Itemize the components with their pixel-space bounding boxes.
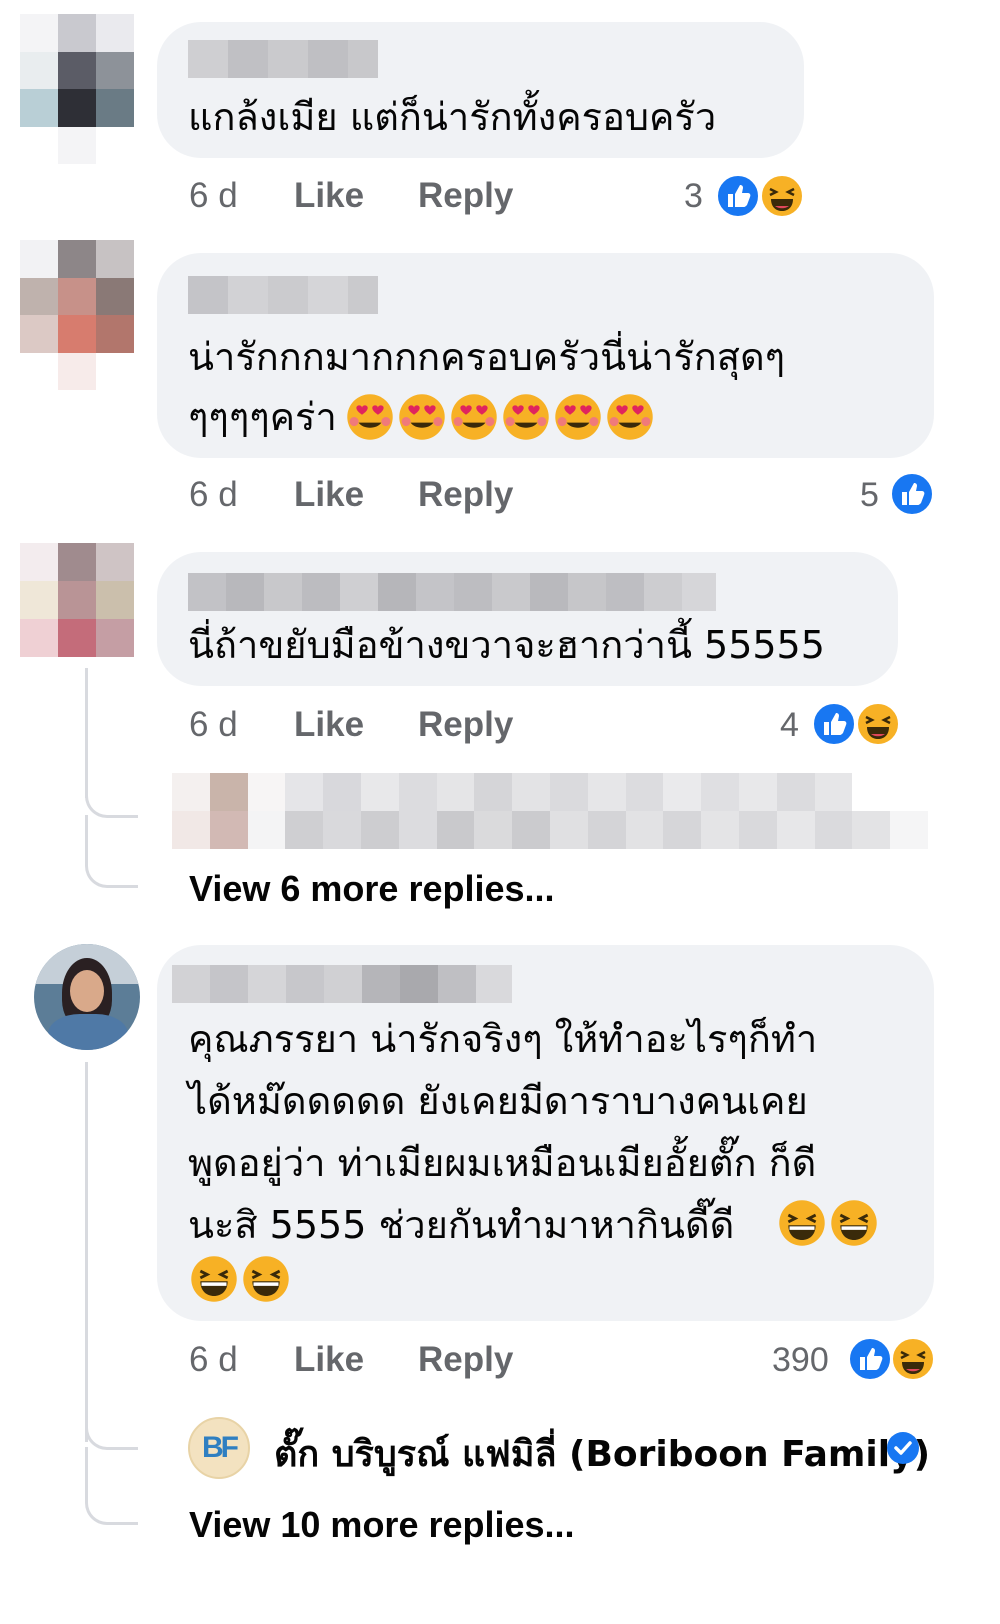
commenter-name[interactable] [188, 573, 716, 611]
like-icon [812, 702, 856, 746]
avatar[interactable] [20, 543, 134, 657]
emoji-row [344, 392, 656, 442]
like-button[interactable]: Like [294, 705, 364, 745]
comment-time[interactable]: 6 d [189, 705, 238, 745]
haha-icon [856, 702, 900, 746]
comment-text: น่ารักกกมากกกครอบครัวนี่น่ารักสุดๆ [188, 335, 786, 379]
view-more-replies[interactable]: View 10 more replies... [189, 1504, 575, 1546]
laughing-icon [243, 1256, 289, 1302]
comment-time[interactable]: 6 d [189, 176, 238, 216]
laughing-icon [191, 1256, 237, 1302]
reaction-count[interactable]: 4 [780, 706, 799, 745]
thread-connector [85, 815, 138, 888]
like-icon [716, 174, 760, 218]
comment-text: นี่ถ้าขยับมือข้างขวาจะฮากว่านี้ 55555 [188, 623, 825, 667]
commenter-name[interactable] [188, 40, 378, 78]
avatar[interactable] [20, 240, 134, 390]
reaction-count[interactable]: 3 [684, 177, 703, 216]
laughing-icon [779, 1200, 825, 1246]
avatar[interactable] [20, 14, 134, 164]
avatar[interactable] [34, 944, 140, 1050]
reply-button[interactable]: Reply [418, 475, 513, 515]
thread-connector [85, 1395, 138, 1450]
emoji-row [188, 1254, 292, 1304]
verified-badge-icon [887, 1432, 919, 1464]
reply-author-name[interactable]: ตั๊ก บริบูรณ์ แฟมิลี่ (Boriboon Family) [274, 1425, 930, 1482]
reply-preview[interactable] [172, 773, 928, 849]
like-button[interactable]: Like [294, 176, 364, 216]
thread-line [85, 1062, 88, 1442]
comment-time[interactable]: 6 d [189, 1340, 238, 1380]
reaction-count[interactable]: 390 [772, 1341, 829, 1380]
page-avatar[interactable]: BF [188, 1417, 250, 1479]
like-icon [890, 472, 934, 516]
reply-button[interactable]: Reply [418, 176, 513, 216]
thread-connector [85, 1447, 138, 1525]
like-button[interactable]: Like [294, 1340, 364, 1380]
comment-text: ได้หม๊ดดดดด ยังเคยมีดาราบางคนเคย [188, 1079, 808, 1123]
haha-icon [891, 1337, 935, 1381]
reply-button[interactable]: Reply [418, 1340, 513, 1380]
like-icon [848, 1337, 892, 1381]
page-logo: BF [202, 1431, 239, 1464]
comment-text: ๆๆๆๆคร่า [188, 395, 337, 439]
like-button[interactable]: Like [294, 475, 364, 515]
comment-time[interactable]: 6 d [189, 475, 238, 515]
reaction-count[interactable]: 5 [860, 476, 879, 515]
heart-eyes-icon [503, 394, 549, 440]
heart-eyes-icon [347, 394, 393, 440]
commenter-name[interactable] [188, 276, 378, 314]
comment-text: แกล้งเมีย แต่ก็น่ารักทั้งครอบครัว [188, 95, 717, 139]
heart-eyes-icon [555, 394, 601, 440]
heart-eyes-icon [399, 394, 445, 440]
view-more-replies[interactable]: View 6 more replies... [189, 868, 555, 910]
comment-text: นะสิ 5555 ช่วยกันทำมาหากินดี๊ดี [188, 1203, 735, 1247]
reply-button[interactable]: Reply [418, 705, 513, 745]
comment-text: คุณภรรยา น่ารักจริงๆ ให้ทำอะไรๆก็ทำ [188, 1017, 818, 1061]
haha-icon [760, 174, 804, 218]
heart-eyes-icon [607, 394, 653, 440]
heart-eyes-icon [451, 394, 497, 440]
comment-text: พูดอยู่ว่า ท่าเมียผมเหมือนเมียอั้ยตั๊ก ก… [188, 1141, 817, 1185]
thread-connector [85, 760, 138, 818]
commenter-name[interactable] [172, 965, 512, 1003]
laughing-icon [831, 1200, 877, 1246]
emoji-row [776, 1198, 880, 1248]
